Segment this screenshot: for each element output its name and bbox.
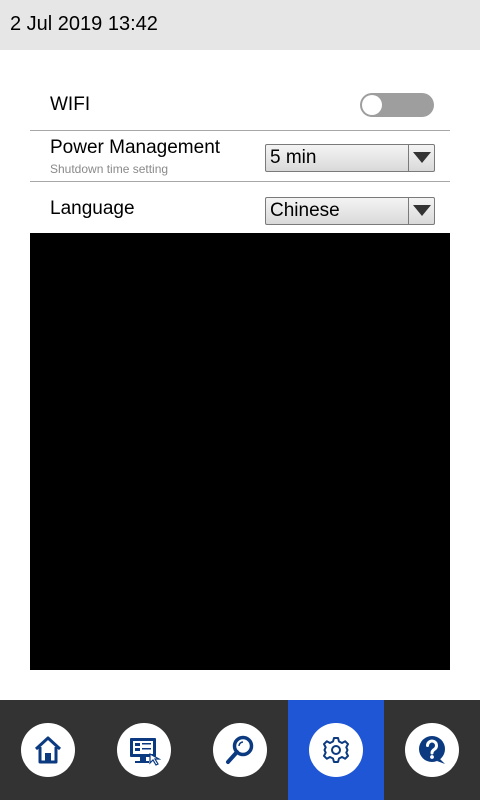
language-select[interactable]: Chinese [265,197,435,225]
nav-search[interactable] [192,700,288,800]
dropdown-arrow-icon [408,198,434,224]
nav-settings[interactable] [288,700,384,800]
wifi-toggle[interactable] [360,93,434,117]
date-time: 2 Jul 2019 13:42 [10,13,158,35]
wifi-label: WIFI [50,94,91,115]
wifi-row: WIFI [30,80,450,131]
nav-help[interactable] [384,700,480,800]
dropdown-arrow-icon [408,145,434,171]
help-icon [419,736,445,764]
nav-monitor-circle [117,723,171,777]
display-area [30,233,450,670]
nav-home[interactable] [0,700,96,800]
home-icon [34,736,62,764]
power-management-row: Power Management Shutdown time setting 5… [30,131,450,182]
nav-search-circle [213,723,267,777]
shutdown-time-value: 5 min [270,147,317,168]
settings-list: WIFI Power Management Shutdown time sett… [30,80,450,233]
nav-help-circle [405,723,459,777]
status-bar: 2 Jul 2019 13:42 [0,0,480,50]
bottom-nav [0,700,480,800]
toggle-knob [362,95,382,115]
monitor-touch-icon [130,738,162,766]
nav-home-circle [21,723,75,777]
gear-icon [323,737,349,763]
language-value: Chinese [270,200,340,221]
nav-settings-circle [309,723,363,777]
language-row: Language Chinese [30,182,450,233]
nav-monitor[interactable] [96,700,192,800]
shutdown-time-select[interactable]: 5 min [265,144,435,172]
power-management-sublabel: Shutdown time setting [50,162,169,176]
search-icon [226,735,254,764]
language-label: Language [50,198,135,219]
power-management-label: Power Management [50,137,221,158]
